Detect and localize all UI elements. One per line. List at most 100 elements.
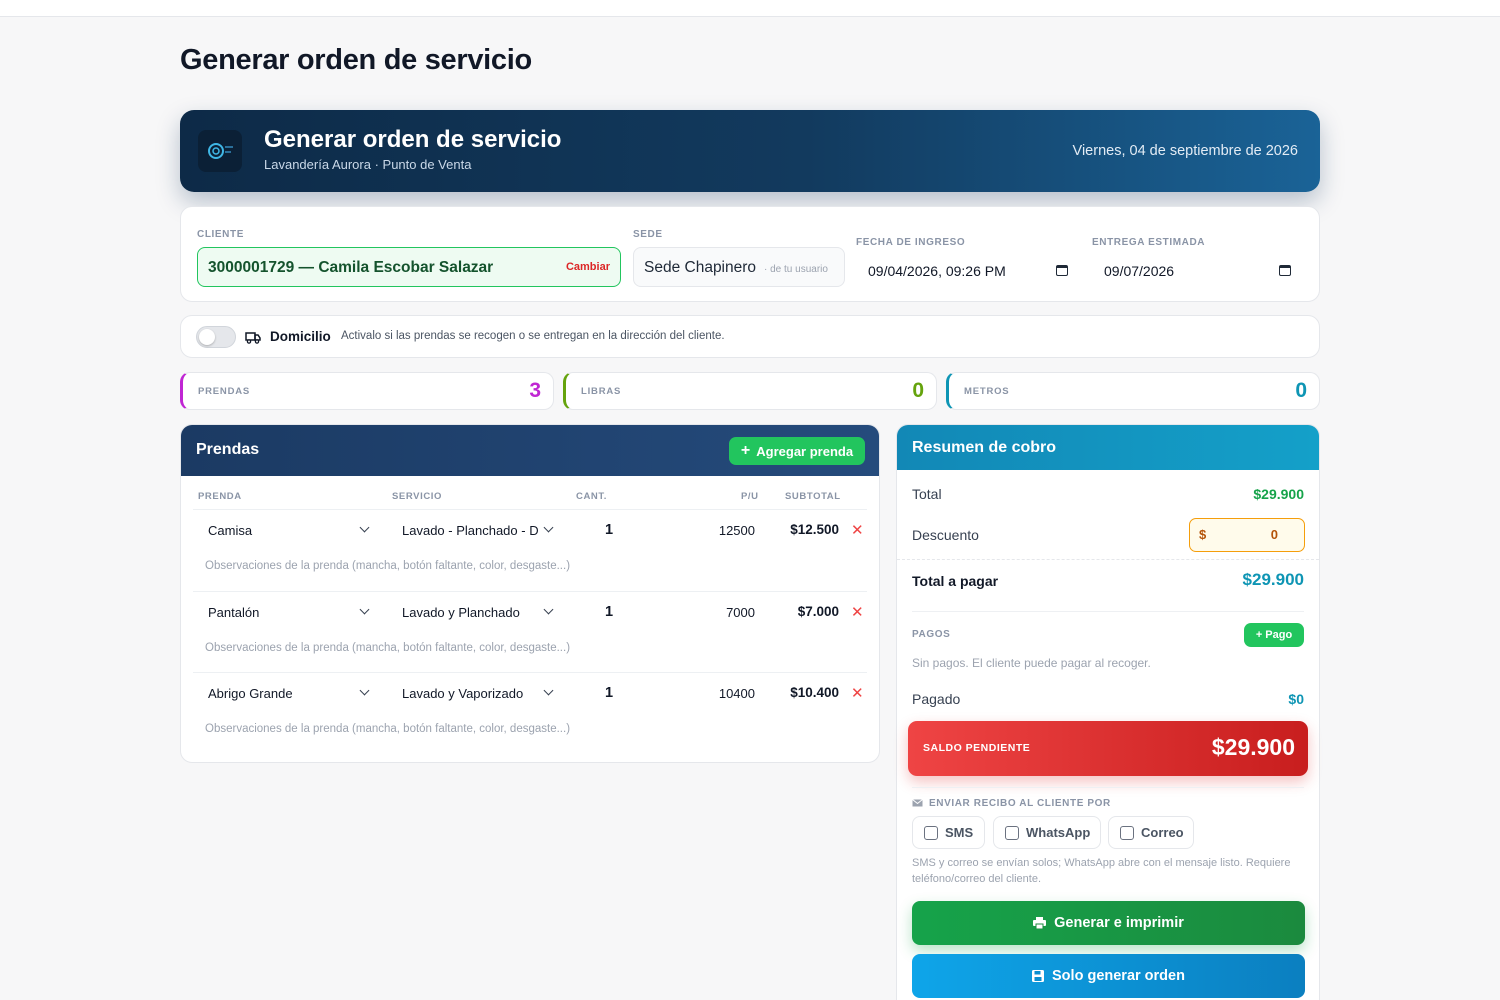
observaciones-input[interactable]: Observaciones de la prenda (mancha, botó… [205, 723, 570, 735]
generate-only-label: Solo generar orden [1052, 968, 1185, 984]
stat-libras: LIBRAS 0 [563, 372, 937, 410]
delete-row-icon[interactable]: ✕ [851, 603, 864, 621]
entrega-date-input[interactable]: 09/07/2026 [1104, 263, 1304, 283]
chevron-down-icon[interactable] [543, 685, 554, 696]
cantidad-input[interactable]: 1 [605, 522, 613, 538]
header-subtitle: Lavandería Aurora · Punto de Venta [264, 157, 472, 172]
sede-label: SEDE [633, 229, 663, 240]
whatsapp-checkbox[interactable] [1005, 826, 1019, 840]
client-value: 3000001729 — Camila Escobar Salazar [208, 259, 494, 276]
sede-hint: · de tu usuario [764, 264, 828, 275]
generate-print-button[interactable]: Generar e imprimir [912, 901, 1305, 945]
ingreso-value: 09/04/2026, 09:26 PM [868, 263, 1006, 279]
prenda-select[interactable]: Pantalón [208, 605, 259, 620]
header-banner: Generar orden de servicio Lavandería Aur… [180, 110, 1320, 192]
add-payment-button[interactable]: + Pago [1244, 623, 1304, 647]
precio-unitario[interactable]: 12500 [695, 523, 755, 538]
subtotal: $12.500 [790, 522, 839, 537]
chevron-down-icon[interactable] [543, 604, 554, 615]
ingreso-date-input[interactable]: 09/04/2026, 09:26 PM [868, 263, 1080, 283]
add-prenda-button[interactable]: + Agregar prenda [729, 437, 865, 465]
correo-option[interactable]: Correo [1108, 816, 1194, 849]
generate-print-label: Generar e imprimir [1054, 915, 1184, 931]
discount-input[interactable]: $ 0 [1189, 518, 1305, 552]
col-prenda: PRENDA [198, 491, 242, 502]
chevron-down-icon[interactable] [359, 685, 370, 696]
discount-value: 0 [1270, 527, 1278, 542]
calendar-icon[interactable] [1056, 265, 1068, 276]
sms-checkbox[interactable] [924, 826, 938, 840]
stat-label: METROS [964, 386, 1010, 397]
whatsapp-label: WhatsApp [1026, 825, 1091, 840]
summary-header: Resumen de cobro [897, 425, 1319, 470]
stat-value: 0 [1295, 379, 1307, 402]
col-servicio: SERVICIO [392, 491, 443, 502]
subtotal: $7.000 [797, 604, 839, 619]
servicio-select[interactable]: Lavado y Vaporizado [402, 686, 523, 701]
correo-checkbox[interactable] [1120, 826, 1134, 840]
stat-value: 3 [529, 379, 541, 402]
delivery-hint: Activalo si las prendas se recogen o se … [341, 330, 725, 342]
delete-row-icon[interactable]: ✕ [851, 521, 864, 539]
observaciones-input[interactable]: Observaciones de la prenda (mancha, botó… [205, 560, 570, 572]
sms-label: SMS [945, 825, 974, 840]
printer-icon [1033, 917, 1047, 929]
stat-label: LIBRAS [581, 386, 622, 397]
row-divider [193, 509, 867, 510]
generate-only-button[interactable]: Solo generar orden [912, 954, 1305, 998]
servicio-select[interactable]: Lavado - Planchado - D [402, 523, 539, 538]
stat-prendas: PRENDAS 3 [180, 372, 554, 410]
receipt-hint: SMS y correo se envían solos; WhatsApp a… [912, 857, 1291, 885]
precio-unitario[interactable]: 7000 [695, 605, 755, 620]
client-label: CLIENTE [197, 229, 244, 240]
change-client-button[interactable]: Cambiar [566, 261, 610, 273]
add-prenda-label: Agregar prenda [756, 443, 854, 459]
divider [912, 611, 1304, 612]
to-pay-value: $29.900 [1242, 570, 1304, 589]
plus-icon: + [740, 442, 751, 459]
top-bar [0, 0, 1500, 17]
precio-unitario[interactable]: 10400 [695, 686, 755, 701]
balance-value: $29.900 [1211, 734, 1295, 760]
sms-option[interactable]: SMS [912, 816, 985, 849]
delivery-toggle[interactable] [196, 326, 236, 348]
toggle-knob [199, 329, 215, 345]
paid-value: $0 [1288, 691, 1304, 707]
client-field[interactable]: 3000001729 — Camila Escobar Salazar Camb… [197, 247, 621, 287]
prenda-select[interactable]: Abrigo Grande [208, 686, 293, 701]
summary-panel: Resumen de cobro Total $29.900 Descuento… [896, 424, 1320, 1000]
chevron-down-icon[interactable] [359, 522, 370, 533]
paid-label: Pagado [912, 691, 961, 707]
receipt-label: ENVIAR RECIBO AL CLIENTE POR [929, 798, 1111, 809]
calendar-icon[interactable] [1279, 265, 1291, 276]
delete-row-icon[interactable]: ✕ [851, 684, 864, 702]
chevron-down-icon[interactable] [543, 522, 554, 533]
logo-icon [198, 130, 242, 172]
col-cant: CANT. [576, 491, 607, 502]
total-label: Total [912, 486, 942, 502]
divider [912, 787, 1304, 788]
prendas-header: Prendas + Agregar prenda [181, 425, 879, 476]
delivery-card: Domicilio Activalo si las prendas se rec… [180, 315, 1320, 358]
subtotal: $10.400 [790, 685, 839, 700]
divider [897, 559, 1319, 560]
sede-field: Sede Chapinero · de tu usuario [633, 247, 845, 287]
order-form-card: CLIENTE 3000001729 — Camila Escobar Sala… [180, 206, 1320, 302]
truck-icon [245, 332, 261, 344]
prendas-panel: Prendas + Agregar prenda PRENDA SERVICIO… [180, 424, 880, 763]
observaciones-input[interactable]: Observaciones de la prenda (mancha, botó… [205, 642, 570, 654]
envelope-icon [912, 799, 923, 807]
servicio-select[interactable]: Lavado y Planchado [402, 605, 520, 620]
row-divider [193, 591, 867, 592]
col-subtotal: SUBTOTAL [785, 491, 841, 502]
no-payments-text: Sin pagos. El cliente puede pagar al rec… [912, 656, 1151, 670]
prenda-select[interactable]: Camisa [208, 523, 252, 538]
discount-label: Descuento [912, 527, 979, 543]
stat-metros: METROS 0 [946, 372, 1320, 410]
cantidad-input[interactable]: 1 [605, 685, 613, 701]
balance-banner: SALDO PENDIENTE $29.900 [908, 721, 1308, 776]
chevron-down-icon[interactable] [359, 604, 370, 615]
whatsapp-option[interactable]: WhatsApp [993, 816, 1101, 849]
header-date: Viernes, 04 de septiembre de 2026 [1072, 143, 1298, 159]
cantidad-input[interactable]: 1 [605, 604, 613, 620]
